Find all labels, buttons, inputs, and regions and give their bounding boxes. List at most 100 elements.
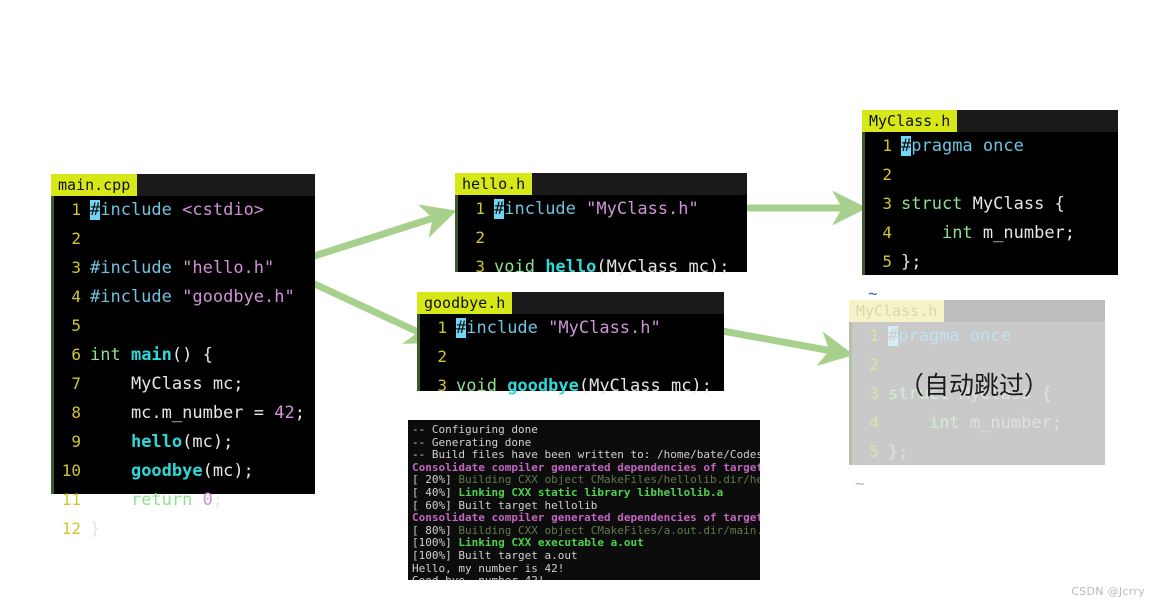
code-text: #include "MyClass.h" — [494, 199, 699, 219]
code-text: #include "hello.h" — [90, 258, 274, 278]
code-token: "MyClass.h" — [548, 318, 661, 338]
line-number: 10 — [61, 461, 81, 480]
code-token: } — [90, 519, 101, 539]
code-text: goodbye(mc); — [90, 461, 254, 481]
terminal-token: -- Configuring done — [412, 423, 538, 436]
terminal-line: Good bye, number 42! — [412, 574, 760, 580]
code-token: MyClass { — [972, 194, 1065, 214]
code-text: hello(mc); — [90, 432, 233, 452]
terminal-token: Consolidate compiler generated dependenc… — [412, 460, 760, 474]
code-token: # — [494, 199, 505, 219]
panel-left-accent-bar — [455, 195, 458, 272]
terminal-token: [ 40%] — [412, 485, 459, 499]
code-line: 3 void hello(MyClass mc); — [455, 257, 747, 286]
code-token: int — [941, 223, 983, 243]
line-number: 3 — [869, 384, 879, 403]
code-text: #pragma once — [888, 326, 1011, 346]
titlebar: MyClass.h — [849, 300, 1105, 322]
vim-empty-line-marker: ~ — [855, 474, 865, 493]
code-token: 42 — [274, 403, 295, 423]
code-token: MyClass mc; — [90, 374, 244, 394]
terminal-output-panel[interactable]: -- Configuring done -- Generating done -- … — [408, 420, 760, 580]
terminal-token: Building CXX object CMakeFiles/a.out.dir… — [458, 523, 760, 537]
file-tab-main-cpp[interactable]: main.cpp — [51, 174, 138, 196]
line-number: 1 — [869, 326, 879, 345]
code-token: "hello.h" — [182, 258, 275, 278]
code-text: return 0; — [90, 490, 223, 510]
line-number: 5 — [882, 252, 892, 271]
code-token: m_number; — [982, 223, 1076, 243]
line-number: 4 — [869, 413, 879, 432]
editor-panel-myclass-h-skipped[interactable]: MyClass.h 1 #pragma once 2 3 struct MyClass … — [849, 300, 1105, 492]
code-text: void hello(MyClass mc); — [494, 257, 729, 277]
code-token: include — [466, 318, 538, 338]
code-token: once — [972, 136, 1024, 156]
watermark-csdn: CSDN @Jcrry — [1071, 585, 1145, 598]
code-token: pragma — [898, 326, 960, 346]
code-line: 3 struct MyClass { — [862, 194, 1118, 223]
file-tab-goodbye-h[interactable]: goodbye.h — [417, 292, 513, 314]
line-number: 7 — [71, 374, 81, 393]
terminal-token: [ 60%] Built target hellolib — [412, 498, 598, 512]
code-line: 10 goodbye(mc); — [51, 461, 315, 490]
code-token: m_number; — [969, 413, 1063, 433]
panel-left-accent-bar — [417, 314, 420, 391]
file-tab-myclass-h[interactable]: MyClass.h — [862, 110, 958, 132]
line-number: 2 — [437, 347, 447, 366]
editor-panel-hello-h[interactable]: hello.h 1 #include "MyClass.h" 2 3 void hell… — [455, 173, 747, 277]
code-text: struct MyClass { — [901, 194, 1065, 214]
code-token: "MyClass.h" — [586, 199, 699, 219]
code-token: }; — [888, 442, 909, 462]
code-token: (MyClass mc); — [578, 376, 712, 396]
titlebar: MyClass.h — [862, 110, 1118, 132]
line-number: 12 — [61, 519, 81, 538]
file-tab-hello-h[interactable]: hello.h — [455, 173, 533, 195]
code-line: 7 MyClass mc; — [51, 374, 315, 403]
line-number: 1 — [71, 200, 81, 219]
code-line: 5}; — [849, 442, 1105, 471]
code-token: # — [456, 318, 467, 338]
code-text: }; — [888, 442, 908, 462]
file-tab-myclass-h-skipped[interactable]: MyClass.h — [849, 300, 945, 322]
code-token: mc.m_number = — [90, 403, 275, 423]
code-line: 4 int m_number; — [862, 223, 1118, 252]
titlebar: main.cpp — [51, 174, 315, 196]
line-number: 3 — [71, 258, 81, 277]
line-number: 5 — [869, 442, 879, 461]
line-number: 2 — [71, 229, 81, 248]
code-body: 1 #include <cstdio> 2 3 #include "hello.h" 4 #… — [51, 196, 315, 554]
editor-panel-goodbye-h[interactable]: goodbye.h 1 #include "MyClass.h" 2 3 void go… — [417, 292, 724, 396]
panel-left-accent-bar — [849, 322, 852, 465]
code-text: #include "goodbye.h" — [90, 287, 295, 307]
terminal-token: [100%] Built target a.out — [412, 548, 578, 562]
editor-panel-myclass-h[interactable]: MyClass.h 1 #pragma once 2 3 struct MyClass … — [862, 110, 1118, 302]
terminal-token: Linking CXX static library libhellolib.a — [458, 485, 724, 499]
line-number: 4 — [882, 223, 892, 242]
code-line: 5}; — [862, 252, 1118, 281]
code-token: pragma — [911, 136, 973, 156]
code-text: #pragma once — [901, 136, 1024, 156]
code-line: 1 #include <cstdio> — [51, 200, 315, 229]
arrow-main-to-hello — [306, 204, 457, 262]
code-token: }; — [901, 252, 922, 272]
code-token: void — [494, 257, 546, 277]
line-number: 3 — [437, 376, 447, 395]
code-token: () { — [171, 345, 213, 365]
code-line: 1 #include "MyClass.h" — [455, 199, 747, 228]
code-token: struct — [901, 194, 973, 214]
line-number: 3 — [475, 257, 485, 276]
arrow-goodbye-to-myclass-skipped — [705, 324, 855, 366]
line-number: 5 — [71, 316, 81, 335]
code-token: # — [901, 136, 912, 156]
code-body: 1 #include "MyClass.h" 2 3 void goodbye(MyCl… — [417, 314, 724, 411]
code-token: once — [959, 326, 1011, 346]
editor-panel-main-cpp[interactable]: main.cpp 1 #include <cstdio> 2 3 #include "h… — [51, 174, 315, 539]
diagram-canvas: main.cpp 1 #include <cstdio> 2 3 #include "h… — [0, 0, 1155, 606]
line-number: 8 — [71, 403, 81, 422]
arrow-main-to-goodbye — [306, 277, 442, 344]
code-line: 2 — [862, 165, 1118, 194]
line-number: 1 — [437, 318, 447, 337]
